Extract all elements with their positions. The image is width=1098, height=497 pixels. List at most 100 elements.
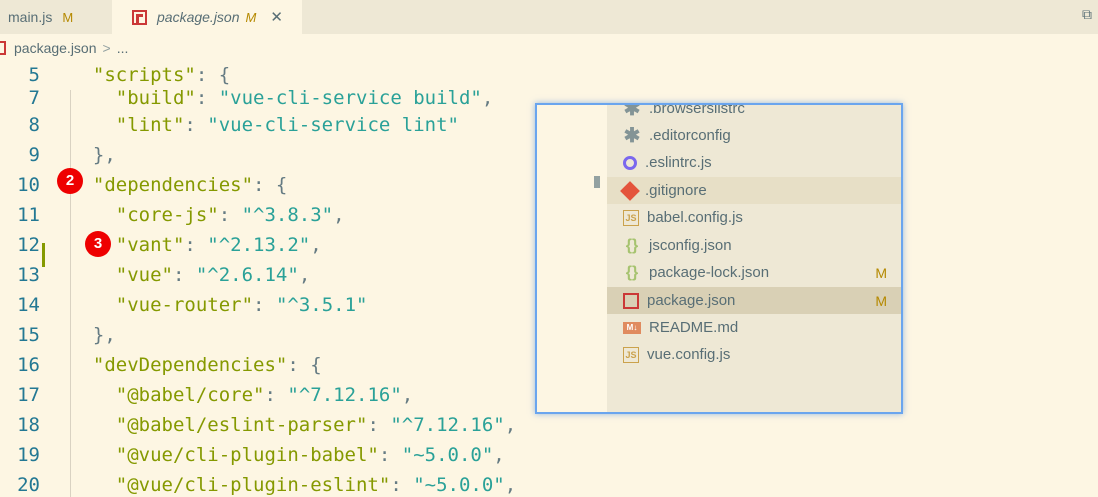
eslint-icon bbox=[623, 155, 637, 170]
punctuation: , bbox=[481, 87, 494, 109]
line-number: 13 bbox=[17, 264, 40, 286]
punctuation bbox=[70, 294, 116, 316]
line-number: 11 bbox=[17, 204, 40, 226]
punctuation: , bbox=[333, 204, 345, 226]
punctuation: , bbox=[504, 414, 517, 436]
punctuation: : bbox=[184, 234, 208, 256]
npm-icon bbox=[0, 41, 6, 55]
code-line[interactable]: 18 "@babel/eslint-parser": "^7.12.16", bbox=[0, 410, 1098, 440]
punctuation bbox=[70, 414, 116, 436]
json-key: "@vue/cli-plugin-babel" bbox=[115, 444, 379, 466]
json-key: "vue" bbox=[115, 264, 173, 286]
json-key: "devDependencies" bbox=[92, 354, 288, 376]
js-icon: JS bbox=[623, 209, 639, 226]
code-text: "@babel/eslint-parser": "^7.12.16", bbox=[70, 410, 516, 440]
file-item[interactable]: .gitignore bbox=[607, 177, 901, 204]
file-item[interactable]: package.json M bbox=[607, 287, 901, 314]
json-string: "^7.12.16" bbox=[287, 384, 402, 406]
npm-icon bbox=[623, 292, 639, 309]
tab-bar: main.js M package.json M ✕ ⧉ bbox=[0, 0, 1098, 34]
file-name: vue.config.js bbox=[647, 346, 731, 363]
json-string: "~5.0.0" bbox=[401, 444, 494, 466]
file-item[interactable]: .eslintrc.js bbox=[607, 149, 901, 176]
punctuation: : { bbox=[253, 174, 288, 196]
json-string: "^2.6.14" bbox=[195, 264, 299, 286]
punctuation bbox=[70, 384, 116, 406]
punctuation bbox=[70, 474, 116, 496]
file-item[interactable]: JS babel.config.js bbox=[607, 204, 901, 231]
code-text: "@vue/cli-plugin-eslint": "~5.0.0", bbox=[70, 470, 516, 497]
tab-main-js[interactable]: main.js M bbox=[0, 0, 112, 34]
line-number: 20 bbox=[17, 474, 40, 496]
split-editor-icon[interactable]: ⧉ bbox=[1082, 6, 1094, 24]
punctuation: , bbox=[401, 384, 414, 406]
breadcrumb-file[interactable]: package.json bbox=[14, 40, 97, 56]
json-key: "vue-router" bbox=[115, 294, 254, 316]
annotation-marker: 2 bbox=[57, 168, 83, 194]
code-text: }, bbox=[70, 140, 116, 170]
json-string: "^3.5.1" bbox=[275, 294, 368, 316]
punctuation: : bbox=[390, 474, 414, 496]
line-number: 10 bbox=[17, 174, 40, 196]
line-number: 19 bbox=[17, 444, 40, 466]
punctuation: : bbox=[378, 444, 402, 466]
file-item[interactable]: {} package-lock.json M bbox=[607, 259, 901, 286]
code-line[interactable]: 19 "@vue/cli-plugin-babel": "~5.0.0", bbox=[0, 440, 1098, 470]
json-string: "~5.0.0" bbox=[413, 474, 505, 496]
punctuation: , bbox=[310, 234, 322, 256]
code-line[interactable]: 20 "@vue/cli-plugin-eslint": "~5.0.0", bbox=[0, 470, 1098, 497]
file-item[interactable]: ✱ .browserslistrc bbox=[607, 105, 901, 122]
line-number: 18 bbox=[17, 414, 40, 436]
file-name: package.json bbox=[647, 292, 736, 309]
file-name: jsconfig.json bbox=[649, 237, 732, 254]
code-text: "dependencies": { bbox=[70, 170, 287, 200]
line-number: 17 bbox=[17, 384, 40, 406]
close-icon[interactable]: ✕ bbox=[270, 8, 283, 26]
line-number: 9 bbox=[28, 144, 40, 166]
annotation-marker: 3 bbox=[85, 231, 111, 257]
breadcrumb-more[interactable]: ... bbox=[117, 40, 129, 56]
punctuation: : { bbox=[287, 354, 322, 376]
json-key: "vant" bbox=[115, 234, 185, 256]
tab-label: main.js bbox=[8, 9, 53, 25]
json-icon: {} bbox=[625, 236, 639, 254]
json-key: "build" bbox=[115, 87, 196, 109]
markdown-icon: M↓ bbox=[623, 321, 641, 334]
line-number: 14 bbox=[17, 294, 40, 316]
code-text: "vue-router": "^3.5.1" bbox=[70, 290, 368, 320]
punctuation: : bbox=[172, 264, 196, 286]
file-item[interactable]: JS vue.config.js bbox=[607, 341, 901, 368]
file-name: README.md bbox=[649, 319, 739, 336]
code-text: }, bbox=[70, 320, 116, 350]
punctuation: }, bbox=[70, 144, 116, 166]
scroll-thumb[interactable] bbox=[594, 176, 600, 188]
json-string: "^2.13.2" bbox=[207, 234, 311, 256]
json-string: "vue-cli-service lint" bbox=[207, 114, 459, 136]
file-item[interactable]: {} jsconfig.json bbox=[607, 232, 901, 259]
tab-package-json[interactable]: package.json M ✕ bbox=[112, 0, 302, 34]
code-text: "lint": "vue-cli-service lint" bbox=[70, 110, 459, 140]
json-string: "^3.8.3" bbox=[241, 204, 334, 226]
file-item[interactable]: M↓ README.md bbox=[607, 314, 901, 341]
code-text: "@babel/core": "^7.12.16", bbox=[70, 380, 413, 410]
modified-badge: M bbox=[875, 264, 887, 281]
json-string: "^7.12.16" bbox=[390, 414, 505, 436]
json-key: "lint" bbox=[115, 114, 185, 136]
file-item[interactable]: ✱ .editorconfig bbox=[607, 122, 901, 149]
tab-label: package.json bbox=[157, 9, 240, 25]
file-name: package-lock.json bbox=[649, 264, 770, 281]
modified-indicator: M bbox=[62, 9, 74, 25]
punctuation: : bbox=[367, 414, 391, 436]
json-key: "@vue/cli-plugin-eslint" bbox=[115, 474, 391, 496]
code-text: "@vue/cli-plugin-babel": "~5.0.0", bbox=[70, 440, 505, 470]
punctuation bbox=[70, 444, 116, 466]
punctuation bbox=[70, 354, 93, 376]
json-key: "core-js" bbox=[115, 204, 219, 226]
file-name: .editorconfig bbox=[649, 127, 731, 144]
json-key: "@babel/eslint-parser" bbox=[115, 414, 368, 436]
punctuation: : bbox=[218, 204, 242, 226]
git-icon bbox=[620, 180, 640, 201]
file-name: .eslintrc.js bbox=[645, 154, 712, 171]
punctuation: }, bbox=[70, 324, 116, 346]
npm-icon bbox=[132, 9, 147, 25]
